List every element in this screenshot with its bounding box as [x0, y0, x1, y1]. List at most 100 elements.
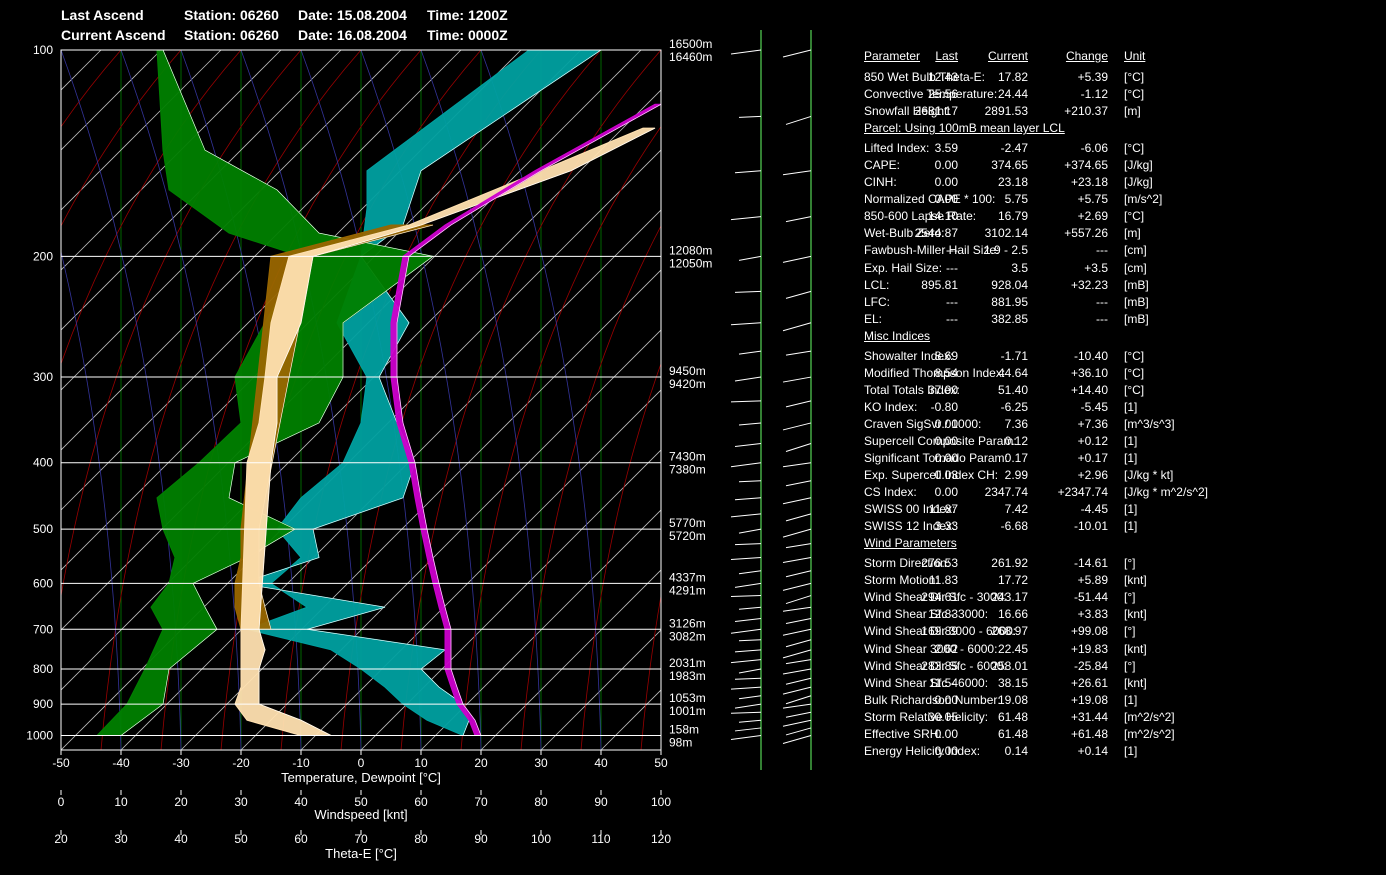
value-last: -0.80: [930, 399, 958, 414]
wind-barb-current: [785, 443, 812, 452]
value-unit: [1]: [1124, 692, 1138, 707]
wind-barb-current: [782, 734, 812, 744]
value-last: 0.00: [934, 192, 958, 207]
height-label: 4337m: [669, 570, 706, 584]
skewed-isotherm: [0, 50, 41, 750]
table-row: Exp. Supercell Index CH: 0.03 2.99 +2.96 [J/…: [864, 468, 1364, 484]
value-last: ---: [946, 294, 958, 309]
table-header: Parameter Last Current Change Unit: [864, 49, 1364, 65]
value-last: 169.89: [921, 624, 958, 639]
section-heading: Misc Indices: [864, 329, 1364, 345]
value-change: +14.40: [1070, 382, 1108, 397]
value-current: 23.18: [997, 175, 1028, 190]
value-change: -1.12: [1080, 87, 1108, 102]
height-label: 1053m: [669, 691, 706, 705]
height-label: 12050m: [669, 256, 712, 270]
wind-barb-current: [782, 170, 812, 176]
param-name: KO Index:: [864, 399, 918, 414]
value-last: 8.54: [934, 365, 958, 380]
moist-adiabat: [61, 736, 62, 750]
height-label: 12080m: [669, 243, 712, 257]
value-change: -6.06: [1080, 141, 1108, 156]
wind-barb-last: [738, 422, 762, 426]
value-change: +2347.74: [1057, 485, 1108, 500]
value-change: +32.23: [1070, 277, 1108, 292]
value-change: +0.17: [1077, 451, 1108, 465]
value-unit: [°]: [1124, 658, 1136, 673]
value-current: 2.99: [1004, 468, 1028, 483]
dry-adiabat: [701, 50, 860, 750]
theta-e-tick-label: 80: [414, 832, 428, 846]
value-unit: [m]: [1124, 104, 1141, 119]
wind-barb-last: [734, 703, 762, 709]
pressure-tick-label: 600: [33, 576, 53, 590]
wind-barb-current: [782, 49, 812, 58]
theta-e-tick-label: 20: [54, 832, 68, 846]
section-title: Parcel: Using 100mB mean layer LCL: [864, 121, 1065, 136]
param-name: CAPE:: [864, 158, 901, 173]
theta-e-tick-label: 30: [114, 832, 128, 846]
temperature-tick-label: 10: [414, 756, 428, 770]
value-unit: [1]: [1124, 433, 1138, 448]
wind-barb-current: [782, 557, 812, 563]
value-last: 11.87: [928, 502, 958, 517]
height-label: 9450m: [669, 364, 706, 378]
wind-barb-last: [730, 628, 762, 634]
wind-barb-current: [782, 422, 812, 431]
value-current: 22.45: [997, 641, 1028, 656]
table-row: Snowfall Height: 2681.17 2891.53 +210.37 [m]: [864, 104, 1364, 120]
value-last: 0.00: [934, 175, 958, 190]
value-unit: [m/s^2]: [1124, 192, 1163, 207]
value-current: 17.72: [997, 573, 1028, 588]
value-change: -10.01: [1073, 519, 1108, 534]
value-current: 61.48: [997, 709, 1028, 724]
value-current: 382.85: [991, 311, 1028, 326]
wind-barb-last: [734, 170, 762, 174]
pressure-tick-label: 500: [33, 522, 53, 536]
wind-barb-current: [785, 216, 812, 223]
value-unit: [°C]: [1124, 209, 1145, 224]
table-row: Wind Shear Dir Sfc - 6000: 283.85 258.01 -2…: [864, 659, 1364, 675]
value-change: -14.61: [1073, 556, 1108, 571]
temperature-tick-label: 40: [594, 756, 608, 770]
value-last: ---: [946, 311, 958, 326]
value-unit: [°]: [1124, 556, 1136, 571]
value-current: 44.64: [997, 365, 1028, 380]
wind-barb-current: [782, 582, 812, 591]
value-change: -5.45: [1080, 399, 1108, 414]
value-current: -6.25: [1000, 399, 1028, 414]
value-last: 25.56: [927, 87, 958, 102]
value-current: 16.66: [997, 607, 1028, 622]
table-row: Wind Shear Dir Sfc - 3000: 294.61 243.17 -5…: [864, 590, 1364, 606]
windspeed-tick-label: 20: [174, 795, 188, 809]
x-axis-title: Temperature, Dewpoint [°C]: [281, 770, 441, 785]
param-name: 850 Wet Bulb Theta-E:: [864, 70, 985, 84]
skewed-isotherm: [420, 509, 661, 750]
header-parameter: Parameter: [864, 49, 921, 63]
wind-barb-last: [730, 400, 762, 403]
wind-barb-current: [785, 727, 812, 736]
param-name: Craven SigSvr / 1000:: [864, 416, 982, 431]
value-current: 258.01: [991, 658, 1028, 673]
height-label: 5770m: [669, 516, 706, 530]
wind-barb-last: [730, 686, 762, 690]
value-change: +374.65: [1064, 158, 1108, 173]
param-name: LFC:: [864, 294, 891, 309]
value-last: 2681.17: [914, 104, 958, 119]
param-name: EL:: [864, 311, 883, 326]
wind-barb-last: [738, 606, 762, 610]
value-unit: [°C]: [1124, 70, 1145, 84]
value-unit: [°]: [1124, 590, 1136, 605]
wind-barb-last: [730, 216, 762, 221]
table-row: Fawbush-Miller Hail Size: --- 1.9 - 2.5 ---…: [864, 243, 1364, 259]
wind-barb-last: [734, 727, 762, 732]
wind-barb-last: [734, 290, 762, 293]
param-name: Storm Relative Helicity:: [864, 709, 989, 724]
windspeed-tick-label: 70: [474, 795, 488, 809]
value-change: +210.37: [1064, 104, 1108, 119]
value-current: 0.17: [1004, 451, 1028, 465]
wind-barb-last: [734, 617, 762, 622]
wind-barb-current: [785, 639, 812, 648]
wind-barb-current: [785, 290, 812, 299]
header-unit: Unit: [1124, 49, 1146, 63]
